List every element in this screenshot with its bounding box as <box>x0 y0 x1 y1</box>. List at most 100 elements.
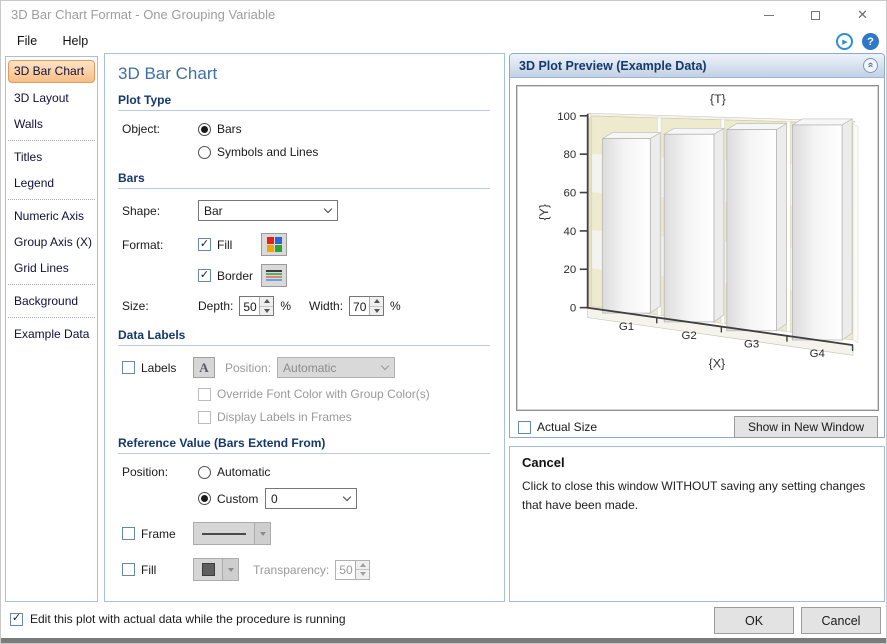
depth-label: Depth: <box>198 299 233 313</box>
ref-fill-checkbox[interactable] <box>122 563 135 576</box>
spin-up <box>356 561 369 570</box>
preview-header: 3D Plot Preview (Example Data) » <box>510 54 884 78</box>
page-title: 3D Bar Chart <box>118 64 490 84</box>
check-icon: ✓ <box>200 270 209 281</box>
chevron-up-icon: » <box>866 62 876 68</box>
preview-plot-box: 020406080100G1G2G3G4{T}{X}{Y} <box>516 85 879 411</box>
actual-size-checkbox[interactable] <box>518 421 531 434</box>
svg-text:{T}: {T} <box>710 92 726 106</box>
help-panel-title: Cancel <box>522 455 872 470</box>
minimize-icon <box>764 15 774 16</box>
arrow-down-icon <box>228 568 234 572</box>
sidebar-item-numeric-axis[interactable]: Numeric Axis <box>6 203 97 229</box>
arrow-down-icon <box>360 572 366 576</box>
border-checkbox[interactable]: ✓ <box>198 269 211 282</box>
fill-color-button[interactable] <box>261 233 287 256</box>
menubar-icons: ▶ ? <box>836 33 879 50</box>
radio-ref-custom-label: Custom <box>217 492 265 506</box>
sidebar-item-3d-layout[interactable]: 3D Layout <box>6 85 97 111</box>
labels-checkbox[interactable] <box>122 361 135 374</box>
close-button[interactable]: ✕ <box>839 1 886 29</box>
ref-frame-line-dropdown <box>193 522 271 545</box>
svg-text:G4: G4 <box>810 348 826 360</box>
border-style-button[interactable] <box>261 264 287 287</box>
sidebar-item-example-data[interactable]: Example Data <box>6 321 97 347</box>
position-label: Position: <box>225 361 271 375</box>
sidebar-divider <box>8 140 95 141</box>
section-reference-value: Reference Value (Bars Extend From) <box>118 433 490 454</box>
depth-spinner[interactable]: 50 <box>239 296 274 316</box>
chevron-down-icon <box>381 362 389 370</box>
svg-text:100: 100 <box>557 111 576 123</box>
preview-footer: Actual Size Show in New Window <box>518 416 878 438</box>
label-font-button[interactable]: A <box>193 357 215 378</box>
size-label: Size: <box>122 299 198 313</box>
show-in-new-window-button[interactable]: Show in New Window <box>734 416 878 438</box>
section-data-labels: Data Labels <box>118 325 490 346</box>
spin-down <box>356 569 369 579</box>
help-panel-body: Click to close this window WITHOUT savin… <box>522 477 872 514</box>
menu-file[interactable]: File <box>6 29 48 53</box>
menubar: File Help ▶ ? <box>1 29 886 55</box>
line-icon <box>202 533 246 535</box>
maximize-icon <box>811 11 820 20</box>
ref-position-label: Position: <box>122 465 198 479</box>
minimize-button[interactable] <box>745 1 792 29</box>
radio-bars-label: Bars <box>217 122 242 136</box>
sidebar-item-legend[interactable]: Legend <box>6 170 97 196</box>
spin-down[interactable] <box>370 306 383 316</box>
spin-down[interactable] <box>260 306 273 316</box>
shape-label: Shape: <box>122 204 198 218</box>
sidebar-item-background[interactable]: Background <box>6 288 97 314</box>
sidebar-item-3d-bar-chart[interactable]: 3D Bar Chart <box>8 60 95 83</box>
svg-text:20: 20 <box>564 264 577 276</box>
check-icon: ✓ <box>12 613 21 624</box>
preview-chart-svg: 020406080100G1G2G3G4{T}{X}{Y} <box>517 86 878 410</box>
edit-plot-checkbox[interactable]: ✓ <box>10 613 23 626</box>
shape-value: Bar <box>204 204 223 218</box>
ref-frame-checkbox[interactable] <box>122 527 135 540</box>
ok-button[interactable]: OK <box>714 607 794 634</box>
cancel-button[interactable]: Cancel <box>801 607 881 634</box>
help-icon[interactable]: ? <box>862 33 879 50</box>
svg-text:{Y}: {Y} <box>537 204 551 221</box>
shape-dropdown[interactable]: Bar <box>198 200 338 221</box>
radio-symbols-label: Symbols and Lines <box>217 145 318 159</box>
sidebar-item-group-axis-x-[interactable]: Group Axis (X) <box>6 229 97 255</box>
sidebar-item-walls[interactable]: Walls <box>6 111 97 137</box>
sidebar-divider <box>8 199 95 200</box>
radio-bars[interactable] <box>198 123 211 136</box>
border-label: Border <box>217 269 261 283</box>
spin-up[interactable] <box>370 297 383 306</box>
labels-label: Labels <box>141 361 193 375</box>
radio-ref-automatic[interactable] <box>198 466 211 479</box>
svg-text:G2: G2 <box>681 330 696 342</box>
override-font-color-checkbox <box>198 388 211 401</box>
arrow-down-icon <box>374 309 380 313</box>
menu-help[interactable]: Help <box>52 29 100 53</box>
ref-fill-label: Fill <box>141 563 193 577</box>
collapse-panel-button[interactable]: » <box>863 58 878 73</box>
actual-size-label: Actual Size <box>537 420 597 434</box>
radio-symbols-and-lines[interactable] <box>198 146 211 159</box>
width-spinner[interactable]: 70 <box>349 296 384 316</box>
ref-frame-label: Frame <box>141 527 193 541</box>
run-icon[interactable]: ▶ <box>836 33 853 50</box>
sidebar-item-grid-lines[interactable]: Grid Lines <box>6 255 97 281</box>
maximize-button[interactable] <box>792 1 839 29</box>
ref-custom-value-dropdown[interactable]: 0 <box>265 488 357 509</box>
radio-ref-custom[interactable] <box>198 492 211 505</box>
spin-up[interactable] <box>260 297 273 306</box>
depth-value: 50 <box>240 297 259 315</box>
svg-text:G3: G3 <box>744 339 759 351</box>
swatch-icon <box>202 563 215 576</box>
label-position-value: Automatic <box>283 361 336 375</box>
arrow-down-icon <box>264 309 270 313</box>
svg-text:{X}: {X} <box>709 356 726 370</box>
svg-text:G1: G1 <box>619 321 634 333</box>
arrow-up-icon <box>374 299 380 303</box>
sidebar-item-titles[interactable]: Titles <box>6 144 97 170</box>
fill-checkbox[interactable]: ✓ <box>198 238 211 251</box>
color-swatch-sample <box>193 558 223 581</box>
help-panel: Cancel Click to close this window WITHOU… <box>509 446 885 602</box>
